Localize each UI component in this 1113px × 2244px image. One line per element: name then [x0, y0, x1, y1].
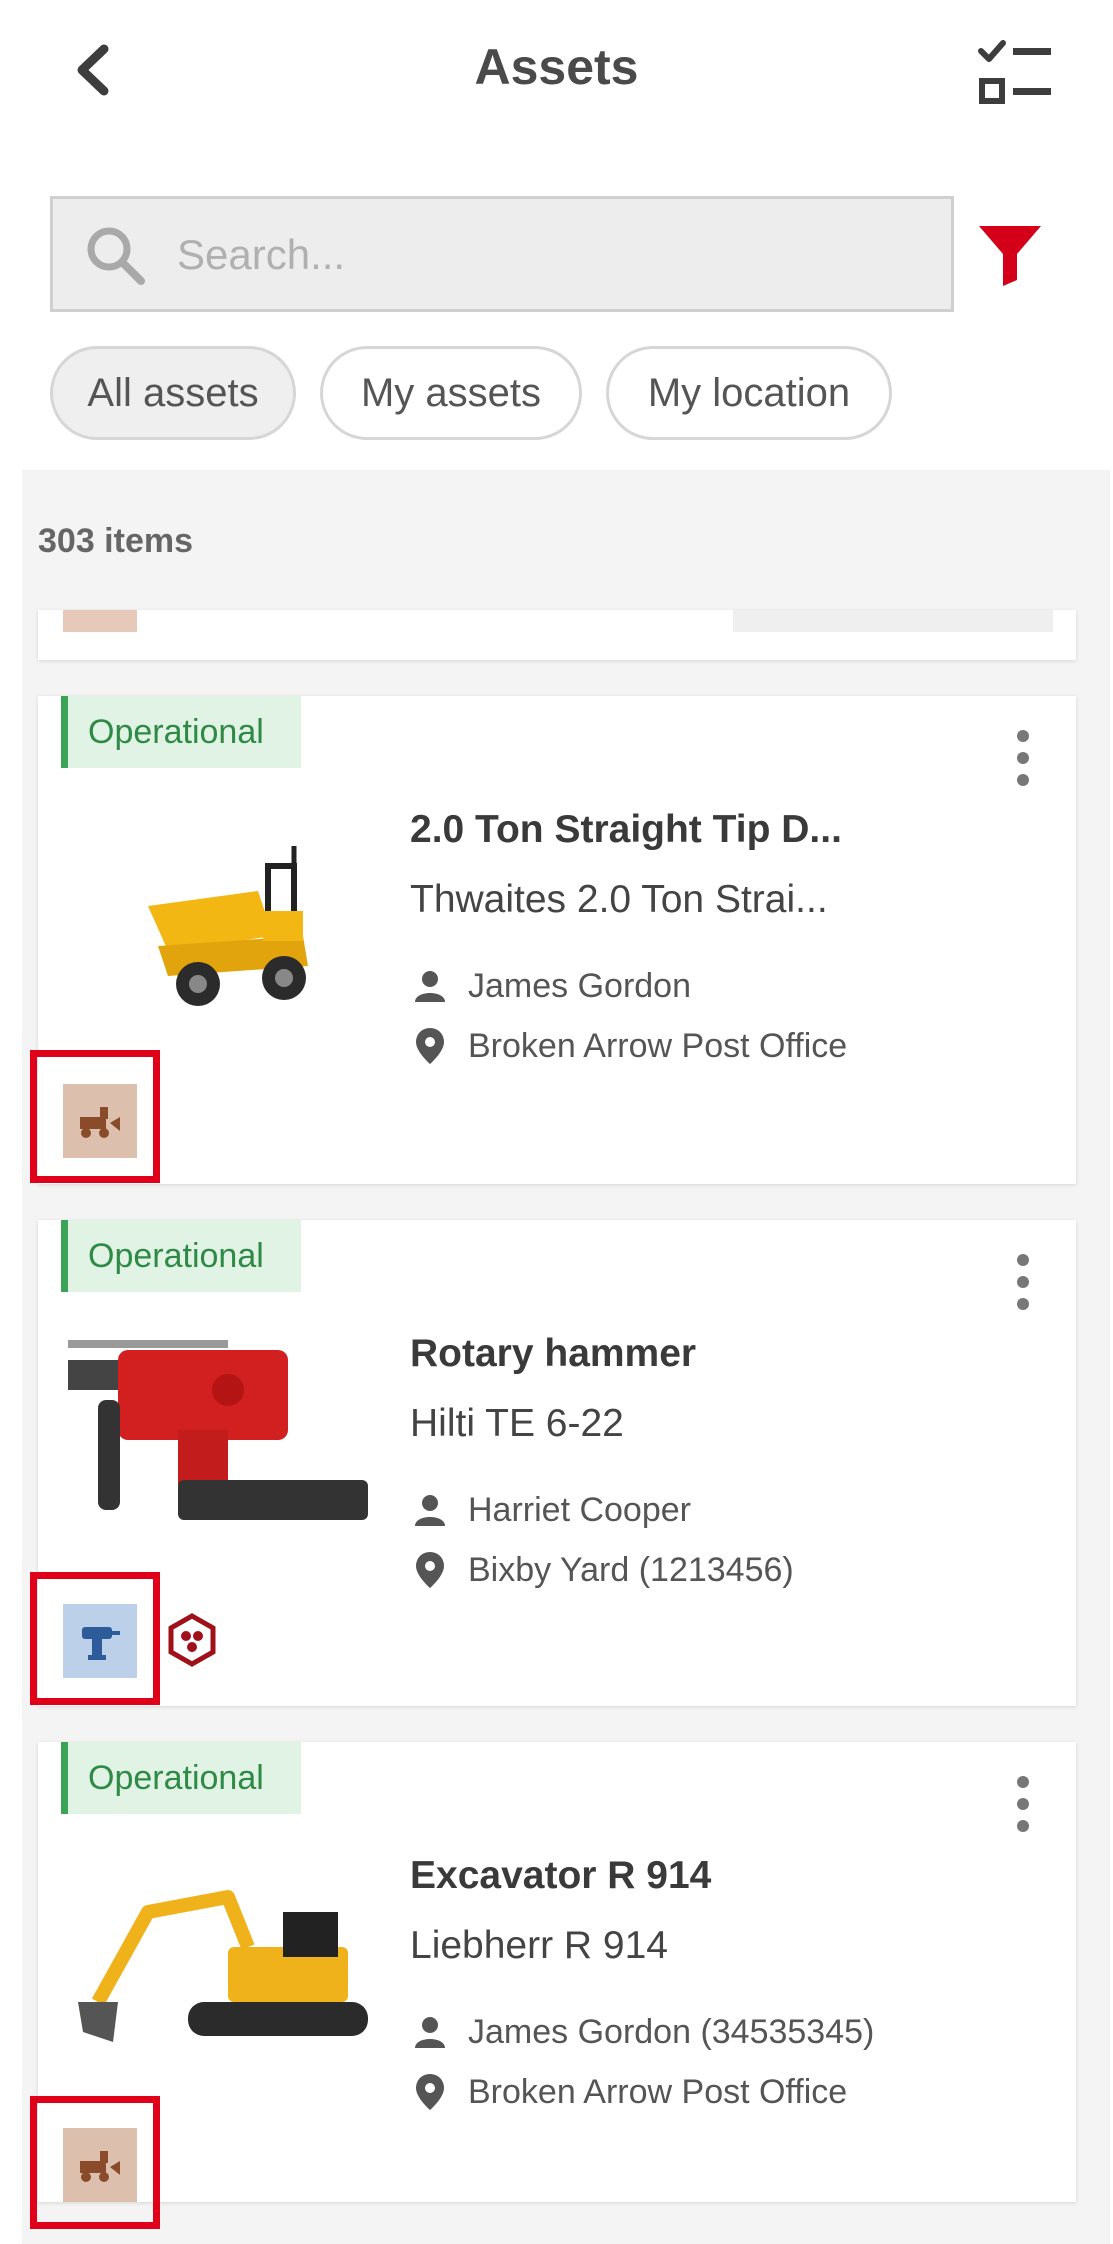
location-name: Bixby Yard (1213456) — [468, 1550, 794, 1589]
asset-owner: James Gordon (34535345) — [410, 2012, 874, 2052]
location-pin-icon — [416, 1028, 444, 1064]
asset-card[interactable]: Operational 2.0 Ton Straight Tip D... Th… — [30, 696, 1076, 1184]
item-count: 303 items — [38, 522, 193, 560]
status-badge: Operational — [61, 696, 301, 768]
filter-icon[interactable] — [975, 220, 1045, 290]
asset-name: Rotary hammer — [410, 1332, 697, 1375]
person-icon — [415, 971, 445, 1002]
chip-my-assets[interactable]: My assets — [320, 346, 582, 440]
location-pin-icon — [416, 2074, 444, 2110]
owner-name: James Gordon (34535345) — [468, 2012, 875, 2051]
owner-name: James Gordon — [468, 966, 691, 1005]
chip-my-location[interactable]: My location — [606, 346, 892, 440]
checklist-icon[interactable] — [975, 35, 1055, 115]
asset-model: Hilti TE 6-22 — [410, 1402, 624, 1445]
owner-name: Harriet Cooper — [468, 1490, 691, 1529]
asset-location: Bixby Yard (1213456) — [410, 1550, 794, 1590]
rotary-hammer-image — [68, 1340, 368, 1520]
category-swatch — [63, 610, 137, 632]
location-name: Broken Arrow Post Office — [468, 1026, 848, 1065]
highlight-frame — [30, 1572, 160, 1705]
asset-owner: Harriet Cooper — [410, 1490, 691, 1530]
person-icon — [415, 1495, 445, 1526]
location-name: Broken Arrow Post Office — [468, 2072, 848, 2111]
hexagon-badge-icon — [168, 1613, 216, 1667]
asset-name: 2.0 Ton Straight Tip D... — [410, 808, 842, 851]
asset-location: Broken Arrow Post Office — [410, 1026, 847, 1066]
more-options-icon[interactable] — [1010, 1774, 1036, 1834]
asset-name: Excavator R 914 — [410, 1854, 712, 1897]
asset-card[interactable]: Operational Excavator R 914 Liebherr R 9… — [30, 1742, 1076, 2229]
asset-card-partial[interactable] — [38, 610, 1076, 660]
status-badge: Operational — [61, 1220, 301, 1292]
status-badge: Operational — [61, 1742, 301, 1814]
more-options-icon[interactable] — [1010, 728, 1036, 788]
site-dumper-image — [148, 846, 308, 1006]
search-placeholder: Search... — [177, 231, 346, 278]
more-options-icon[interactable] — [1010, 1252, 1036, 1312]
asset-model: Thwaites 2.0 Ton Strai... — [410, 878, 828, 921]
search-icon — [87, 227, 145, 285]
chip-all-assets[interactable]: All assets — [50, 346, 296, 440]
asset-model: Liebherr R 914 — [410, 1924, 668, 1967]
highlight-frame — [30, 2096, 160, 2229]
top-bar: Assets — [0, 0, 1113, 150]
person-icon — [415, 2017, 445, 2048]
excavator-image — [78, 1890, 368, 2042]
search-field[interactable]: Search... — [50, 196, 954, 312]
placeholder-bar — [733, 610, 1053, 632]
location-pin-icon — [416, 1552, 444, 1588]
asset-owner: James Gordon — [410, 966, 691, 1006]
asset-card[interactable]: Operational Rotary hammer Hilti TE 6-22 … — [30, 1220, 1076, 1706]
highlight-frame — [30, 1050, 160, 1183]
asset-location: Broken Arrow Post Office — [410, 2072, 847, 2112]
page-title: Assets — [474, 39, 639, 95]
